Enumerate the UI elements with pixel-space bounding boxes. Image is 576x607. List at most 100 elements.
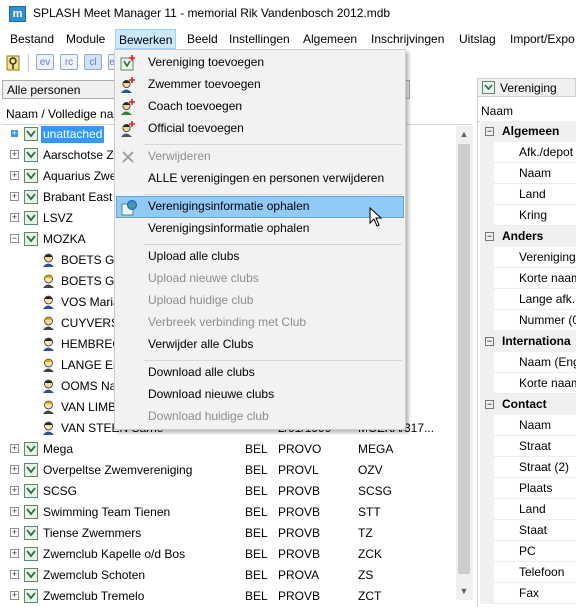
menu-item[interactable]: Verenigingsinformatie ophalen bbox=[116, 196, 404, 218]
expand-icon[interactable]: + bbox=[10, 486, 19, 495]
tree-scroll-thumb[interactable] bbox=[458, 144, 470, 574]
menu-import-export[interactable]: Import/Expo bbox=[510, 32, 575, 46]
menu-item-label: Verwijderen bbox=[148, 149, 211, 163]
expand-icon[interactable]: + bbox=[10, 192, 19, 201]
club-icon bbox=[482, 81, 495, 94]
expand-icon[interactable]: + bbox=[10, 150, 19, 159]
property-gutter bbox=[480, 436, 494, 457]
region-cell: PROVO bbox=[278, 442, 322, 456]
menu-item[interactable]: Download alle clubs bbox=[116, 362, 404, 384]
tree-row[interactable]: + Overpeltse Zwemvereniging BEL PROVL OZV bbox=[2, 460, 458, 481]
code-cell: STT bbox=[358, 505, 381, 519]
code-cell: ZCT bbox=[358, 589, 382, 603]
properties-tab[interactable]: Vereniging bbox=[477, 78, 576, 97]
property-category-label: Anders bbox=[502, 229, 544, 243]
tree-row[interactable]: + Zwemclub Kapelle o/d Bos BEL PROVB ZCK bbox=[2, 544, 458, 565]
menu-instellingen[interactable]: Instellingen bbox=[229, 32, 290, 46]
menu-item[interactable]: Download nieuwe clubs bbox=[116, 384, 404, 406]
tree-row[interactable]: + Zwemclub Tremelo BEL PROVB ZCT bbox=[2, 586, 458, 607]
property-gutter bbox=[480, 352, 494, 373]
menu-item: Upload nieuwe clubs bbox=[116, 268, 404, 290]
menu-item-label: Verenigingsinformatie ophalen bbox=[148, 221, 310, 235]
expand-icon[interactable]: + bbox=[10, 591, 19, 600]
collapse-icon[interactable]: − bbox=[485, 337, 494, 346]
code-cell: TZ bbox=[358, 526, 373, 540]
expand-icon[interactable]: + bbox=[10, 570, 19, 579]
menu-item[interactable]: Verwijder alle Clubs bbox=[116, 334, 404, 356]
expand-icon[interactable]: + bbox=[10, 444, 19, 453]
menu-uitslag[interactable]: Uitslag bbox=[459, 32, 496, 46]
collapse-icon[interactable]: − bbox=[485, 127, 494, 136]
expand-icon[interactable]: + bbox=[10, 528, 19, 537]
person-filter-value: Alle personen bbox=[7, 83, 81, 97]
tree-row-name: MOZKA bbox=[43, 232, 86, 246]
tree-row[interactable]: + Swimming Team Tienen BEL PROVB STT bbox=[2, 502, 458, 523]
expand-icon[interactable]: + bbox=[10, 549, 19, 558]
tree-row-name: Mega bbox=[43, 442, 74, 456]
menu-item[interactable]: Upload alle clubs bbox=[116, 246, 404, 268]
property-label: Land bbox=[519, 502, 546, 516]
menu-item-label: Verenigingsinformatie ophalen bbox=[148, 199, 310, 213]
add-coach-icon bbox=[121, 99, 135, 115]
menu-item-label: Upload huidige club bbox=[148, 293, 254, 307]
column-name-header[interactable]: Naam / Volledige naam bbox=[6, 107, 130, 121]
menu-bewerken[interactable]: Bewerken bbox=[115, 29, 177, 49]
tree-row[interactable]: + SCSG BEL PROVB SCSG bbox=[2, 481, 458, 502]
club-icon bbox=[24, 526, 38, 540]
nation-cell: BEL bbox=[245, 526, 268, 540]
menu-item-label: Upload alle clubs bbox=[148, 249, 240, 263]
menu-item[interactable]: Official toevoegen bbox=[116, 118, 404, 140]
properties-column-header: Naam bbox=[477, 101, 576, 122]
menu-item[interactable]: Vereniging toevoegen bbox=[116, 52, 404, 74]
collapse-icon[interactable]: − bbox=[10, 234, 19, 243]
toolbar-cl-button[interactable]: cl bbox=[84, 54, 102, 70]
property-label: Plaats bbox=[519, 481, 553, 495]
property-gutter bbox=[480, 373, 494, 394]
tree-row-name: LSVZ bbox=[43, 211, 74, 225]
property-label: Straat (2) bbox=[519, 460, 570, 474]
club-icon bbox=[24, 547, 38, 561]
expand-icon[interactable]: + bbox=[10, 129, 19, 138]
collapse-icon[interactable]: − bbox=[485, 400, 494, 409]
menu-item-label: Download huidige club bbox=[148, 409, 269, 423]
collapse-icon[interactable]: − bbox=[485, 232, 494, 241]
property-gutter bbox=[480, 583, 494, 604]
tree-row-name: unattached bbox=[41, 126, 105, 143]
code-cell: ZCK bbox=[358, 547, 382, 561]
menu-module[interactable]: Module bbox=[66, 32, 105, 46]
property-gutter bbox=[480, 247, 494, 268]
menu-item[interactable]: ALLE verenigingen en personen verwijdere… bbox=[116, 168, 404, 190]
menu-beeld[interactable]: Beeld bbox=[187, 32, 218, 46]
club-icon bbox=[24, 148, 38, 162]
menu-item-label: ALLE verenigingen en personen verwijdere… bbox=[148, 171, 385, 185]
property-gutter bbox=[480, 541, 494, 562]
menu-separator bbox=[144, 244, 402, 245]
menu-algemeen[interactable]: Algemeen bbox=[303, 32, 357, 46]
expand-icon[interactable]: + bbox=[10, 507, 19, 516]
property-label: Naam bbox=[519, 418, 552, 432]
scroll-down-arrow[interactable]: ▼ bbox=[458, 584, 470, 598]
menu-item-label: Coach toevoegen bbox=[148, 99, 243, 113]
expand-icon[interactable]: + bbox=[10, 171, 19, 180]
tree-row[interactable]: + Mega BEL PROVO MEGA bbox=[2, 439, 458, 460]
menu-item-label: Download nieuwe clubs bbox=[148, 387, 275, 401]
expand-icon[interactable]: + bbox=[10, 465, 19, 474]
property-gutter bbox=[480, 499, 494, 520]
expand-icon[interactable]: + bbox=[10, 213, 19, 222]
property-gutter bbox=[480, 268, 494, 289]
menu-item[interactable]: Verenigingsinformatie ophalen bbox=[116, 218, 404, 240]
club-icon bbox=[24, 442, 38, 456]
tree-row-name: Tiense Zwemmers bbox=[43, 526, 142, 540]
scroll-up-arrow[interactable]: ▲ bbox=[458, 127, 470, 141]
app-icon: m bbox=[9, 6, 26, 22]
toolbar-ev-button[interactable]: ev bbox=[36, 54, 54, 70]
menu-inschrijvingen[interactable]: Inschrijvingen bbox=[371, 32, 444, 46]
key-icon[interactable] bbox=[6, 55, 20, 71]
menu-bestand[interactable]: Bestand bbox=[10, 32, 54, 46]
menu-item[interactable]: Coach toevoegen bbox=[116, 96, 404, 118]
property-category-label: Contact bbox=[502, 397, 547, 411]
toolbar-rc-button[interactable]: rc bbox=[60, 54, 78, 70]
tree-row[interactable]: + Zwemclub Schoten BEL PROVA ZS bbox=[2, 565, 458, 586]
menu-item[interactable]: Zwemmer toevoegen bbox=[116, 74, 404, 96]
tree-row[interactable]: + Tiense Zwemmers BEL PROVB TZ bbox=[2, 523, 458, 544]
